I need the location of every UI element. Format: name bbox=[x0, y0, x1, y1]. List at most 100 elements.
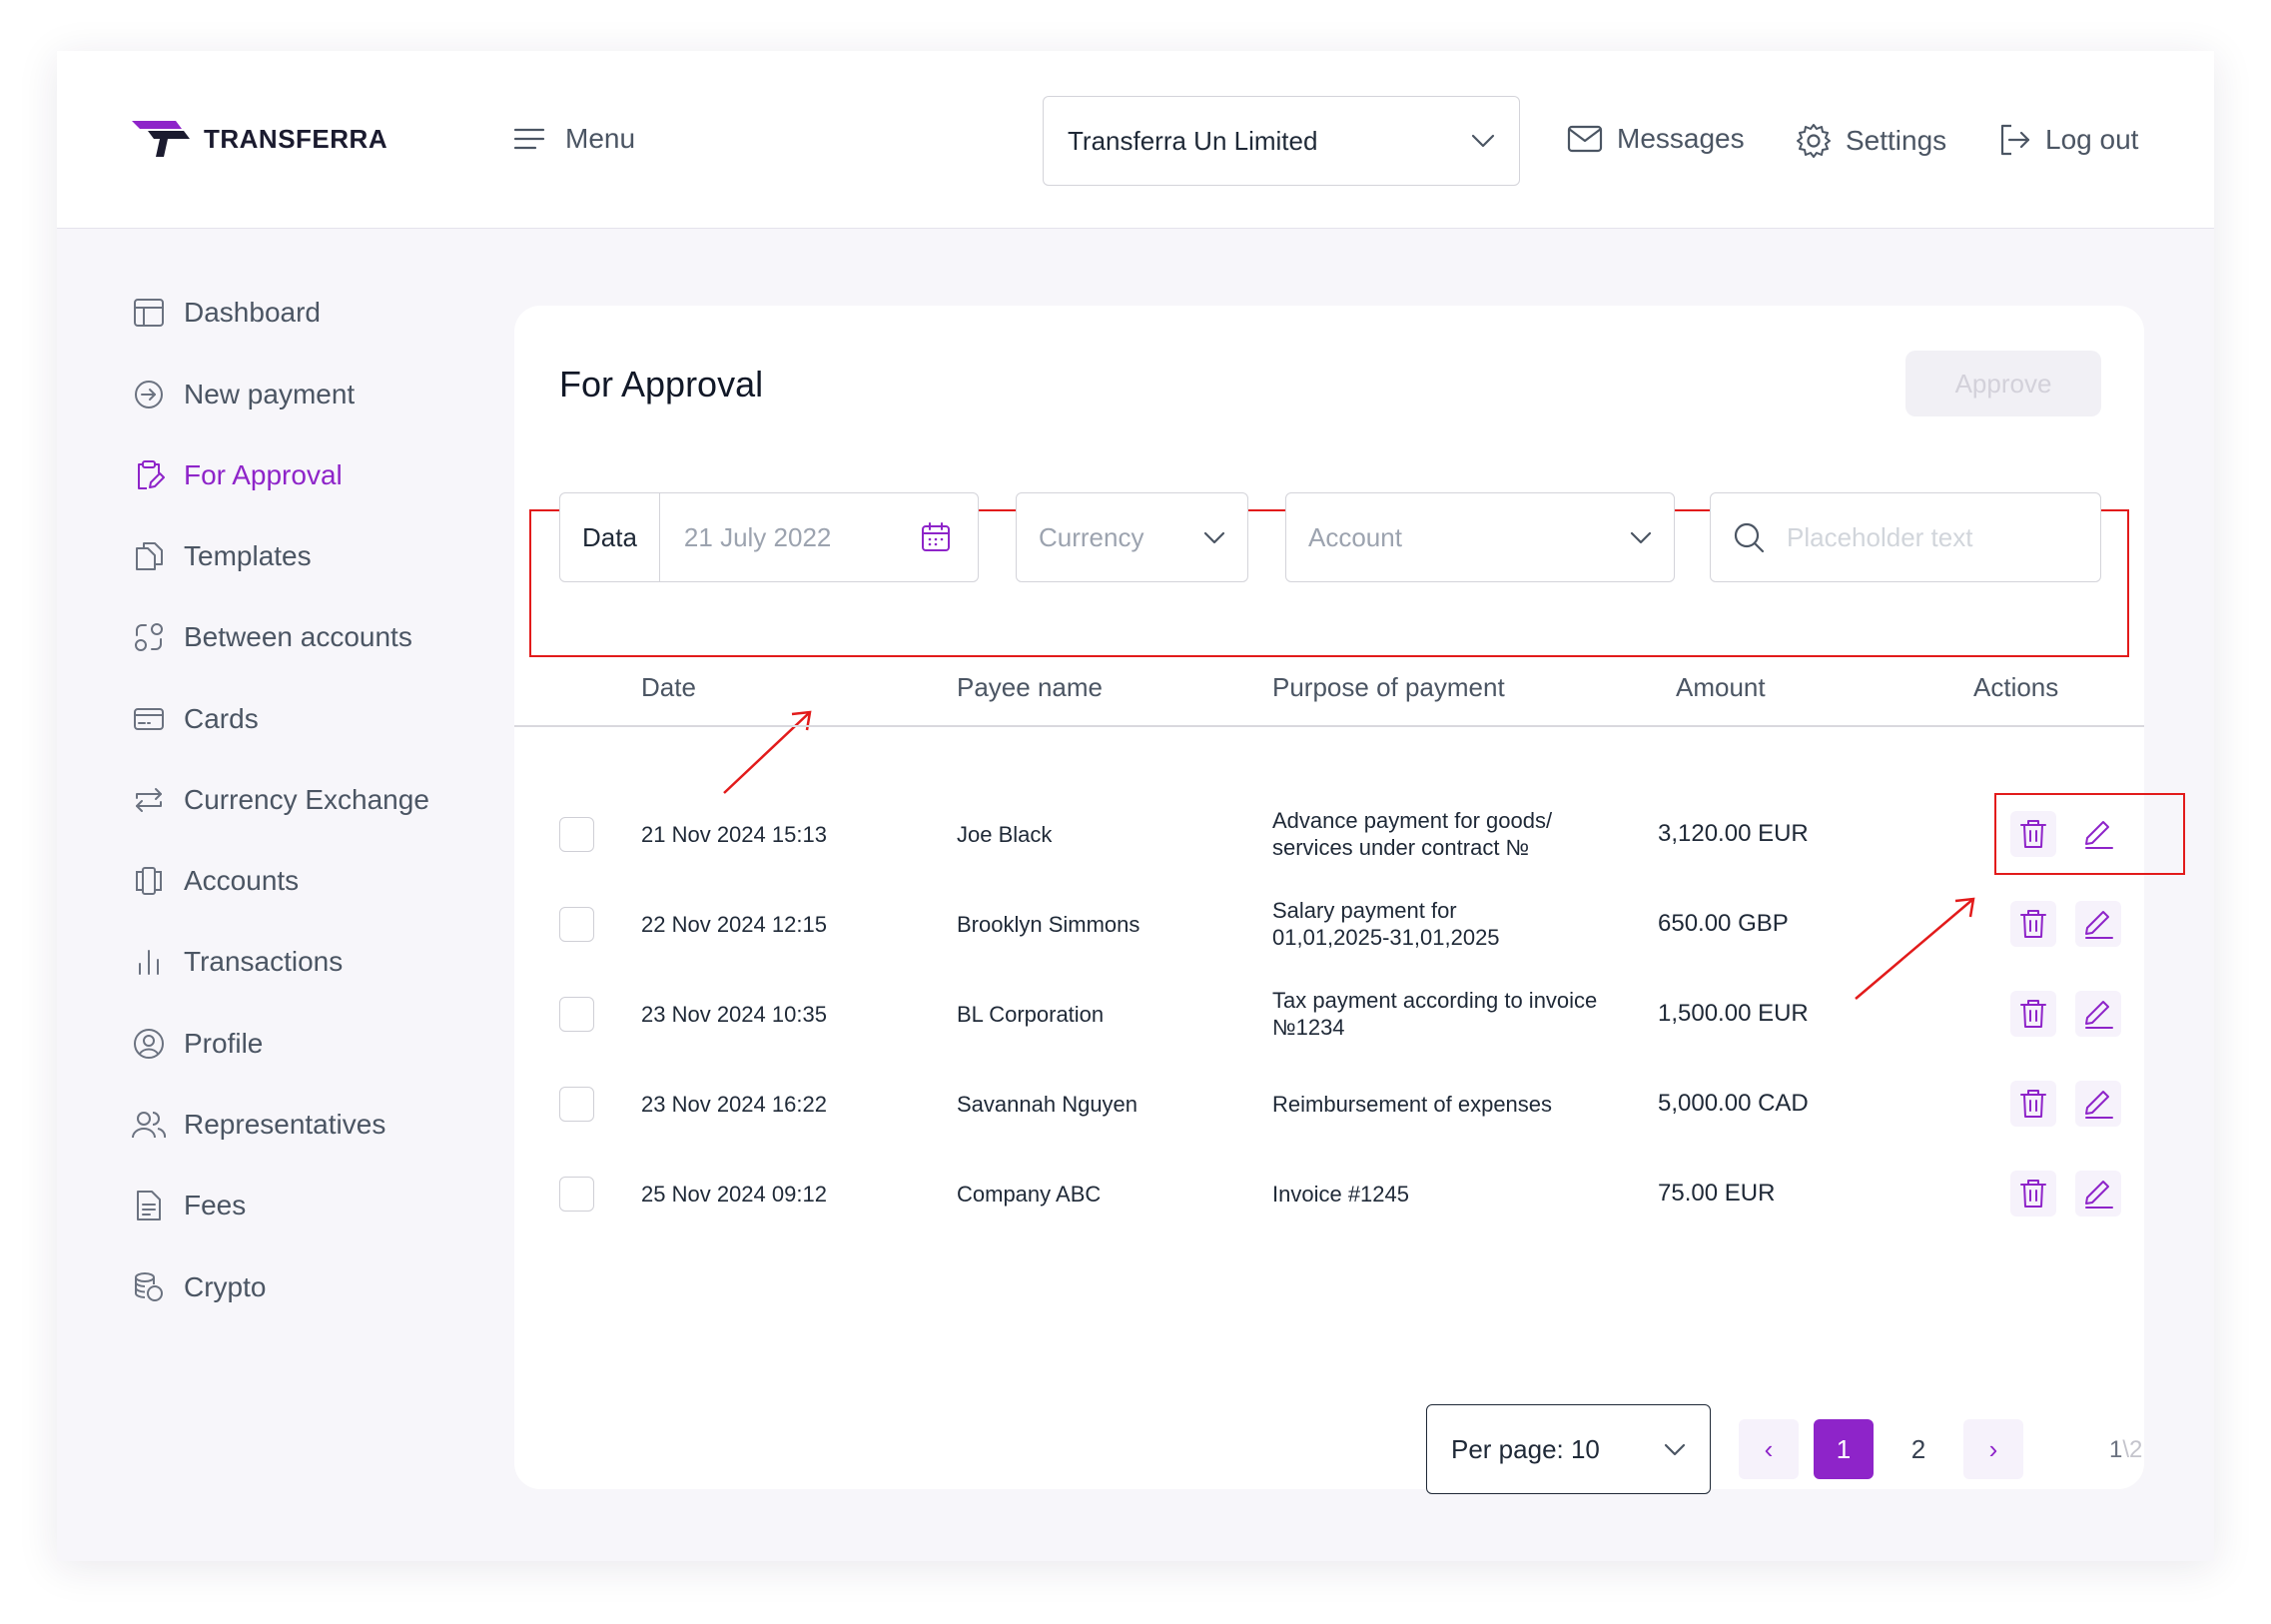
table-row[interactable]: 25 Nov 2024 09:12 Company ABC Invoice #1… bbox=[514, 1149, 2144, 1238]
sidebar-item-label: Representatives bbox=[184, 1109, 386, 1140]
bars-icon bbox=[132, 945, 166, 979]
trash-icon bbox=[2020, 1000, 2046, 1028]
app-window: TRANSFERRA Menu Transferra Un Limited Me… bbox=[57, 51, 2214, 1561]
chevron-down-icon bbox=[1471, 134, 1495, 148]
delete-button[interactable] bbox=[2010, 991, 2056, 1037]
company-select-value: Transferra Un Limited bbox=[1068, 125, 1318, 156]
table-row[interactable]: 23 Nov 2024 16:22 Savannah Nguyen Reimbu… bbox=[514, 1059, 2144, 1149]
edit-button[interactable] bbox=[2075, 1081, 2121, 1127]
row-checkbox[interactable] bbox=[559, 817, 594, 852]
logout-label: Log out bbox=[2045, 124, 2139, 155]
edit-button[interactable] bbox=[2075, 991, 2121, 1037]
sidebar-item-representatives[interactable]: Representatives bbox=[132, 1108, 385, 1142]
sidebar-item-crypto[interactable]: Crypto bbox=[132, 1270, 266, 1304]
clipboard-icon bbox=[132, 458, 166, 492]
sidebar-item-templates[interactable]: Templates bbox=[132, 539, 312, 573]
trash-icon bbox=[2020, 910, 2046, 938]
edit-button[interactable] bbox=[2075, 1171, 2121, 1217]
row-purpose: Invoice #1245 bbox=[1272, 1181, 1409, 1208]
row-purpose-line: services under contract № bbox=[1272, 835, 1530, 860]
per-page-select[interactable]: Per page: 10 bbox=[1426, 1404, 1711, 1494]
user-circle-icon bbox=[132, 1027, 166, 1061]
delete-button[interactable] bbox=[2010, 901, 2056, 947]
row-date: 23 Nov 2024 10:35 bbox=[641, 1002, 827, 1027]
trash-icon bbox=[2020, 1090, 2046, 1118]
copy-icon bbox=[132, 539, 166, 573]
row-checkbox[interactable] bbox=[559, 1177, 594, 1212]
delete-button[interactable] bbox=[2010, 1081, 2056, 1127]
sidebar-item-label: Between accounts bbox=[184, 621, 412, 652]
sidebar-item-cards[interactable]: Cards bbox=[132, 702, 259, 736]
logo-text: TRANSFERRA bbox=[204, 123, 388, 154]
sidebar-item-fees[interactable]: Fees bbox=[132, 1189, 246, 1222]
document-icon bbox=[132, 1189, 166, 1222]
pencil-icon bbox=[2085, 911, 2113, 939]
sidebar-item-label: Profile bbox=[184, 1028, 264, 1059]
sidebar-item-new-payment[interactable]: New payment bbox=[132, 378, 355, 411]
sidebar-item-label: Fees bbox=[184, 1190, 247, 1220]
page-count-total: 2 bbox=[2129, 1436, 2143, 1463]
edit-button[interactable] bbox=[2075, 901, 2121, 947]
prev-page-button[interactable]: ‹ bbox=[1739, 1419, 1799, 1479]
accounts-icon bbox=[132, 864, 166, 898]
page-button-2[interactable]: 2 bbox=[1889, 1419, 1948, 1479]
pencil-icon bbox=[2085, 1091, 2113, 1119]
sidebar-item-profile[interactable]: Profile bbox=[132, 1027, 263, 1061]
gear-icon bbox=[1797, 124, 1831, 158]
sidebar-item-transactions[interactable]: Transactions bbox=[132, 945, 343, 979]
row-date: 23 Nov 2024 16:22 bbox=[641, 1092, 827, 1117]
table-header-divider bbox=[514, 725, 2144, 727]
sidebar-item-currency-exchange[interactable]: Currency Exchange bbox=[132, 783, 429, 817]
row-purpose-line: Invoice #1245 bbox=[1272, 1182, 1409, 1207]
sidebar-item-dashboard[interactable]: Dashboard bbox=[132, 296, 321, 330]
logout-icon bbox=[2000, 124, 2030, 156]
menu-button[interactable]: Menu bbox=[513, 123, 635, 155]
row-purpose: Salary payment for 01,01,2025-31,01,2025 bbox=[1272, 897, 1500, 951]
pencil-icon bbox=[2085, 1181, 2113, 1209]
sidebar-item-label: Currency Exchange bbox=[184, 784, 429, 815]
company-select[interactable]: Transferra Un Limited bbox=[1043, 96, 1520, 186]
table-row[interactable]: 22 Nov 2024 12:15 Brooklyn Simmons Salar… bbox=[514, 879, 2144, 969]
sidebar-item-label: Crypto bbox=[184, 1271, 267, 1302]
sidebar-item-label: Templates bbox=[184, 540, 312, 571]
table-row[interactable]: 23 Nov 2024 10:35 BL Corporation Tax pay… bbox=[514, 969, 2144, 1059]
row-amount: 3,120.00 EUR bbox=[1658, 820, 1809, 847]
page-button-1[interactable]: 1 bbox=[1814, 1419, 1874, 1479]
row-payee: Brooklyn Simmons bbox=[957, 912, 1140, 937]
mail-icon bbox=[1567, 125, 1603, 153]
row-checkbox[interactable] bbox=[559, 997, 594, 1032]
row-amount: 5,000.00 CAD bbox=[1658, 1090, 1809, 1117]
column-header-amount[interactable]: Amount bbox=[1676, 672, 1766, 703]
column-header-payee[interactable]: Payee name bbox=[957, 672, 1103, 703]
sidebar-item-label: Dashboard bbox=[184, 297, 321, 328]
logo[interactable]: TRANSFERRA bbox=[132, 119, 387, 159]
settings-label: Settings bbox=[1846, 125, 1947, 156]
row-purpose-line: Advance payment for goods/ bbox=[1272, 808, 1553, 833]
row-checkbox[interactable] bbox=[559, 1087, 594, 1122]
logout-link[interactable]: Log out bbox=[1997, 123, 2138, 157]
sidebar-item-accounts[interactable]: Accounts bbox=[132, 864, 299, 898]
table-row[interactable]: 21 Nov 2024 15:13 Joe Black Advance paym… bbox=[514, 789, 2144, 879]
sidebar-item-between-accounts[interactable]: Between accounts bbox=[132, 620, 412, 654]
sidebar-item-label: New payment bbox=[184, 379, 356, 409]
row-checkbox[interactable] bbox=[559, 907, 594, 942]
column-header-date[interactable]: Date bbox=[641, 672, 696, 703]
row-purpose: Advance payment for goods/ services unde… bbox=[1272, 807, 1552, 861]
chevron-down-icon bbox=[1664, 1443, 1686, 1455]
delete-button[interactable] bbox=[2010, 1171, 2056, 1217]
sidebar-item-label: Accounts bbox=[184, 865, 300, 896]
row-date: 21 Nov 2024 15:13 bbox=[641, 822, 827, 847]
messages-link[interactable]: Messages bbox=[1567, 123, 1745, 155]
approval-card: For Approval Approve Data 21 July 2022 C… bbox=[514, 306, 2185, 1494]
layout-icon bbox=[132, 296, 166, 330]
page-count-current: 1 bbox=[2109, 1436, 2123, 1463]
sidebar-item-label: Transactions bbox=[184, 946, 344, 977]
next-page-button[interactable]: › bbox=[1963, 1419, 2023, 1479]
column-header-purpose[interactable]: Purpose of payment bbox=[1272, 672, 1505, 703]
sidebar-item-for-approval[interactable]: For Approval bbox=[132, 458, 343, 492]
trash-icon bbox=[2020, 1180, 2046, 1208]
page-count: 1\2 bbox=[2109, 1436, 2142, 1464]
coins-icon bbox=[132, 1270, 166, 1304]
exchange-icon bbox=[132, 783, 166, 817]
settings-link[interactable]: Settings bbox=[1796, 123, 1946, 159]
